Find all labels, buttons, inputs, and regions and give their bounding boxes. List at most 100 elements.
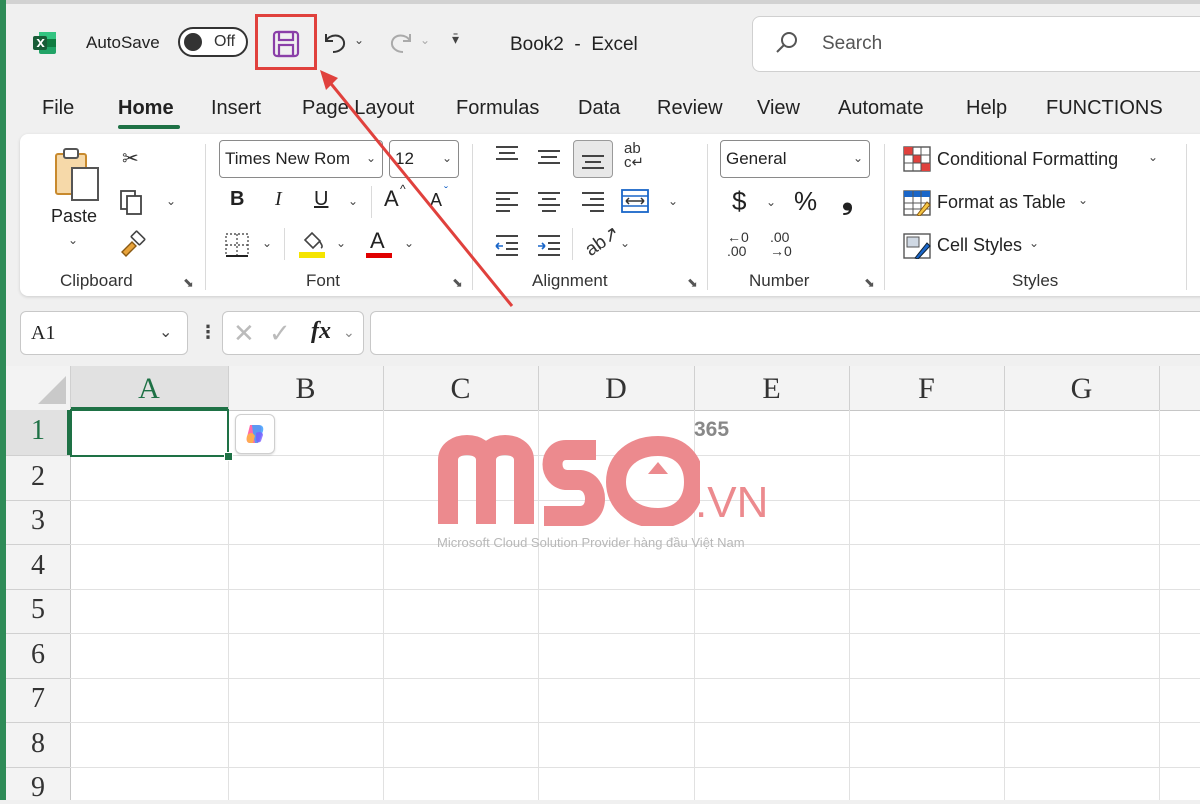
row-header-5[interactable]: 5 — [6, 594, 70, 626]
selected-cell-a1[interactable] — [70, 409, 229, 457]
top-align-icon[interactable] — [494, 144, 520, 166]
search-placeholder[interactable]: Search — [822, 33, 882, 55]
row-header-6[interactable]: 6 — [6, 639, 70, 671]
tab-view[interactable]: View — [757, 97, 800, 120]
column-header-a[interactable]: A — [70, 366, 228, 410]
percent-button[interactable]: % — [794, 186, 817, 217]
tab-formulas[interactable]: Formulas — [456, 97, 539, 120]
conditional-formatting-dropdown-icon[interactable]: ⌄ — [1148, 150, 1158, 164]
row-header-1[interactable]: 1 — [6, 415, 70, 447]
tab-review[interactable]: Review — [657, 97, 723, 120]
row-header-4[interactable]: 4 — [6, 550, 70, 582]
align-right-icon[interactable] — [580, 190, 606, 212]
customize-qat-icon[interactable]: ▾̄ — [452, 31, 459, 48]
wrap-text-icon[interactable]: ab c↵ — [624, 141, 644, 170]
confirm-entry-icon[interactable]: ✓ — [269, 318, 291, 349]
undo-icon[interactable] — [320, 28, 350, 56]
tab-data[interactable]: Data — [578, 97, 620, 120]
format-as-table-icon[interactable] — [903, 190, 931, 216]
paste-label[interactable]: Paste — [51, 206, 97, 227]
column-header-e[interactable]: E — [694, 366, 849, 410]
merge-center-icon[interactable] — [620, 188, 650, 214]
column-header-c[interactable]: C — [383, 366, 538, 410]
copilot-button[interactable] — [235, 414, 275, 454]
tab-automate[interactable]: Automate — [838, 97, 924, 120]
paste-icon[interactable] — [52, 146, 102, 202]
cut-icon[interactable]: ✂ — [122, 146, 139, 171]
insert-function-button[interactable]: fx — [311, 318, 331, 345]
increase-indent-icon[interactable] — [536, 234, 562, 256]
decrease-indent-icon[interactable] — [494, 234, 520, 256]
tab-help[interactable]: Help — [966, 97, 1007, 120]
font-name-select[interactable]: Times New Rom ⌄ — [219, 140, 383, 178]
column-header-d[interactable]: D — [538, 366, 694, 410]
copy-dropdown-icon[interactable]: ⌄ — [166, 194, 176, 208]
font-launcher-icon[interactable]: ⬊ — [452, 275, 463, 291]
fill-color-icon[interactable] — [298, 228, 326, 260]
tab-file[interactable]: File — [42, 97, 74, 120]
tab-functions[interactable]: FUNCTIONS — [1046, 97, 1163, 120]
format-as-table-label[interactable]: Format as Table — [937, 192, 1066, 213]
underline-dropdown-icon[interactable]: ⌄ — [348, 194, 358, 208]
name-box[interactable]: A1 ⌄ — [20, 311, 188, 355]
cell-styles-icon[interactable] — [903, 233, 931, 259]
select-all-icon[interactable] — [36, 372, 68, 406]
undo-dropdown-icon[interactable]: ⌄ — [354, 33, 364, 47]
borders-icon[interactable] — [224, 232, 250, 258]
number-launcher-icon[interactable]: ⬊ — [864, 275, 875, 291]
column-header-f[interactable]: F — [849, 366, 1004, 410]
row-header-9[interactable]: 9 — [6, 772, 70, 804]
middle-align-icon[interactable] — [536, 146, 562, 168]
italic-button[interactable]: I — [275, 188, 282, 211]
clipboard-launcher-icon[interactable]: ⬊ — [183, 275, 194, 291]
copy-icon[interactable] — [118, 188, 146, 216]
number-format-select[interactable]: General ⌄ — [720, 140, 870, 178]
currency-dropdown-icon[interactable]: ⌄ — [766, 195, 776, 209]
formula-input[interactable] — [370, 311, 1200, 355]
increase-decimal-button[interactable]: ←0.00 — [727, 230, 749, 258]
grow-font-button[interactable]: A — [384, 186, 399, 212]
font-size-select[interactable]: 12 ⌄ — [389, 140, 459, 178]
paste-dropdown-icon[interactable]: ⌄ — [68, 233, 78, 247]
comma-button[interactable]: ❟ — [842, 184, 853, 217]
row-header-2[interactable]: 2 — [6, 461, 70, 493]
row-header-3[interactable]: 3 — [6, 505, 70, 537]
column-header-b[interactable]: B — [228, 366, 383, 410]
cell-styles-label[interactable]: Cell Styles — [937, 235, 1022, 256]
cell-styles-dropdown-icon[interactable]: ⌄ — [1029, 236, 1039, 250]
save-icon[interactable] — [272, 30, 300, 58]
borders-dropdown-icon[interactable]: ⌄ — [262, 236, 272, 250]
fill-color-dropdown-icon[interactable]: ⌄ — [336, 236, 346, 250]
row-header-8[interactable]: 8 — [6, 728, 70, 760]
tab-home[interactable]: Home — [118, 97, 174, 120]
redo-icon[interactable] — [386, 28, 416, 56]
tab-insert[interactable]: Insert — [211, 97, 261, 120]
search-box[interactable] — [752, 16, 1200, 72]
format-painter-icon[interactable] — [118, 230, 148, 258]
align-left-icon[interactable] — [494, 190, 520, 212]
insert-function-dropdown-icon[interactable]: ⌄ — [343, 324, 355, 341]
format-as-table-dropdown-icon[interactable]: ⌄ — [1078, 193, 1088, 207]
cancel-entry-icon[interactable]: ✕ — [233, 318, 255, 349]
row-header-7[interactable]: 7 — [6, 683, 70, 715]
bottom-align-button[interactable] — [573, 140, 613, 178]
conditional-formatting-icon[interactable] — [903, 146, 931, 172]
currency-button[interactable]: $ — [732, 186, 746, 217]
font-color-button[interactable]: A — [370, 228, 385, 254]
alignment-launcher-icon[interactable]: ⬊ — [687, 275, 698, 291]
merge-dropdown-icon[interactable]: ⌄ — [668, 194, 678, 208]
align-center-icon[interactable] — [536, 190, 562, 212]
font-color-dropdown-icon[interactable]: ⌄ — [404, 236, 414, 250]
column-header-g[interactable]: G — [1004, 366, 1159, 410]
conditional-formatting-label[interactable]: Conditional Formatting — [937, 149, 1118, 170]
orientation-dropdown-icon[interactable]: ⌄ — [620, 236, 630, 250]
autosave-toggle[interactable]: Off — [178, 27, 248, 57]
formula-bar-grip-icon[interactable]: ⋮ — [199, 322, 217, 343]
redo-dropdown-icon[interactable]: ⌄ — [420, 33, 430, 47]
underline-button[interactable]: U — [314, 188, 328, 211]
tab-page-layout[interactable]: Page Layout — [302, 97, 414, 120]
decrease-decimal-button[interactable]: .00 →0 — [770, 230, 792, 258]
shrink-font-button[interactable]: A — [430, 190, 442, 211]
bold-button[interactable]: B — [230, 188, 244, 211]
fill-handle[interactable] — [224, 452, 233, 461]
